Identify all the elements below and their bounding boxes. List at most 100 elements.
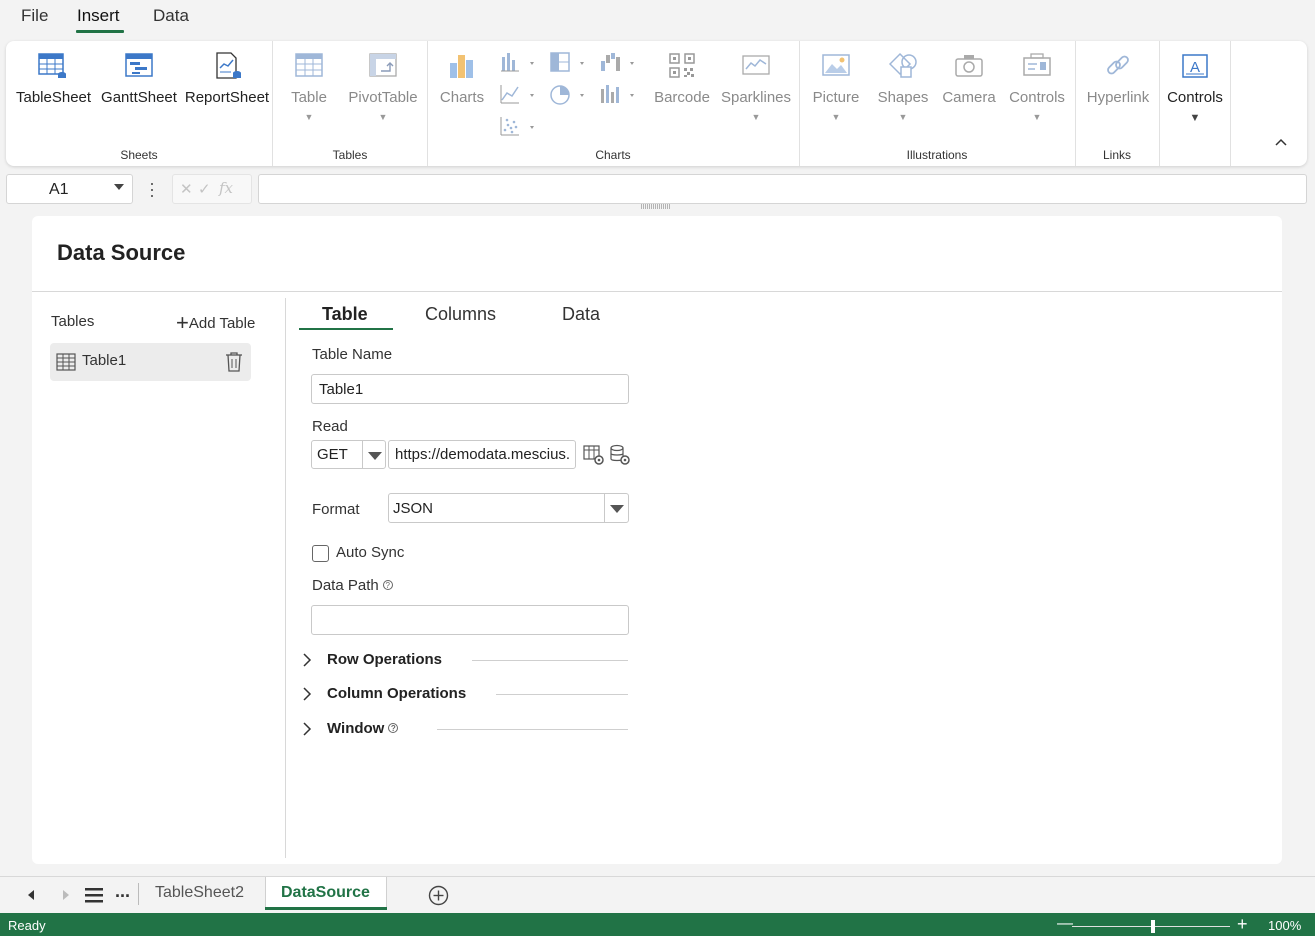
menu-file[interactable]: File: [21, 6, 48, 26]
ribbon-divider: [1159, 41, 1160, 166]
trash-icon[interactable]: [225, 351, 243, 373]
table-label: Table: [291, 89, 327, 106]
more-options-icon[interactable]: · · ·: [149, 174, 155, 204]
ribbon-divider: [1230, 41, 1231, 166]
help-icon[interactable]: ?: [382, 580, 393, 590]
divider: [362, 441, 363, 468]
barcode-button[interactable]: Barcode: [649, 51, 715, 106]
text-box-control-icon: A: [1182, 54, 1208, 78]
menu-data[interactable]: Data: [153, 6, 189, 26]
format-select[interactable]: JSON: [388, 493, 629, 523]
section-title: Window: [327, 720, 385, 737]
more-sheets-icon[interactable]: ...: [115, 881, 130, 902]
picture-button[interactable]: Picture ▼: [810, 51, 862, 122]
shapes-button[interactable]: Shapes ▼: [875, 51, 931, 122]
column-chart-dropdown-icon[interactable]: [499, 51, 539, 75]
picture-dropdown-icon: ▼: [831, 112, 841, 122]
cancel-icon[interactable]: ✕: [180, 180, 193, 198]
group-label-sheets: Sheets: [120, 148, 158, 162]
pie-chart-dropdown-icon[interactable]: [549, 83, 589, 107]
qr-code-icon: [669, 53, 695, 78]
camera-icon: [955, 55, 983, 77]
shapes-label: Shapes: [877, 89, 929, 106]
section-title: Row Operations: [327, 651, 443, 668]
name-box[interactable]: A1: [6, 174, 133, 204]
chevron-right-icon: [303, 653, 312, 667]
read-url-input[interactable]: https://demodata.mescius.: [388, 440, 576, 469]
scatter-chart-dropdown-icon[interactable]: [499, 115, 539, 139]
auto-sync-label: Auto Sync: [336, 544, 405, 561]
grid-table-icon: [56, 353, 76, 371]
scroll-left-icon[interactable]: [26, 889, 36, 901]
hyperlink-button[interactable]: Hyperlink: [1083, 51, 1153, 106]
data-source-panel: Data Source Tables +Add Table Table1 Tab…: [32, 216, 1282, 864]
formula-input[interactable]: [258, 174, 1307, 204]
zoom-level[interactable]: 100%: [1268, 918, 1301, 933]
add-table-label: Add Table: [188, 315, 256, 332]
hyperlink-label: Hyperlink: [1086, 89, 1150, 106]
chevron-up-icon[interactable]: [1273, 136, 1289, 148]
group-label-tables: Tables: [332, 148, 368, 162]
sheet-tab-datasource[interactable]: DataSource: [281, 884, 370, 902]
section-column-operations[interactable]: Column Operations: [302, 682, 628, 706]
status-text: Ready: [8, 918, 46, 933]
tab-data[interactable]: Data: [562, 304, 600, 325]
sparkline-icon: [742, 55, 770, 75]
ganttsheet-button[interactable]: GanttSheet: [100, 51, 178, 106]
tab-columns[interactable]: Columns: [425, 304, 496, 325]
controls-button[interactable]: A Controls ▼: [1164, 51, 1226, 124]
statistic-chart-dropdown-icon[interactable]: [599, 83, 639, 107]
format-value: JSON: [393, 500, 434, 517]
tablesheet-button[interactable]: TableSheet: [16, 51, 91, 106]
zoom-in-button[interactable]: +: [1237, 914, 1248, 935]
auto-sync-checkbox[interactable]: [312, 545, 329, 562]
picture-label: Picture: [812, 89, 860, 106]
menu-insert[interactable]: Insert: [77, 6, 120, 26]
read-url-value: https://demodata.mescius.: [395, 446, 571, 463]
confirm-icon[interactable]: ✓: [198, 180, 211, 198]
function-icon[interactable]: fx: [219, 179, 233, 197]
section-row-operations[interactable]: Row Operations: [302, 648, 628, 672]
table-list-item[interactable]: Table1: [50, 343, 251, 381]
camera-button[interactable]: Camera: [941, 51, 997, 106]
controls-illustration-button[interactable]: Controls ▼: [1006, 51, 1068, 122]
read-method-select[interactable]: GET: [311, 440, 386, 469]
database-settings-icon[interactable]: [609, 444, 631, 466]
help-icon[interactable]: ?: [388, 723, 399, 733]
name-box-value: A1: [49, 181, 69, 198]
table-name-value: Table1: [319, 381, 364, 398]
pivottable-button[interactable]: PivotTable ▼: [346, 51, 420, 122]
section-window[interactable]: Window?: [302, 717, 628, 741]
data-path-input[interactable]: [311, 605, 629, 635]
link-icon: [1107, 55, 1129, 75]
tab-table[interactable]: Table: [322, 304, 368, 325]
sheet-tab-tablesheet2[interactable]: TableSheet2: [155, 884, 244, 902]
pivottable-label: PivotTable: [348, 89, 418, 106]
barcode-label: Barcode: [654, 89, 710, 106]
name-box-dropdown-icon[interactable]: [114, 184, 124, 190]
pivottable-icon: [369, 53, 397, 77]
charts-button[interactable]: Charts: [436, 51, 488, 106]
table-settings-icon[interactable]: [583, 444, 605, 466]
add-table-button[interactable]: +Add Table: [176, 310, 255, 336]
section-title-row: Window?: [327, 720, 399, 737]
resize-handle[interactable]: [641, 204, 671, 209]
zoom-out-button[interactable]: —: [1057, 915, 1073, 933]
sheet-list-icon[interactable]: [84, 887, 104, 903]
hierarchy-chart-dropdown-icon[interactable]: [549, 51, 589, 75]
table-name-input[interactable]: Table1: [311, 374, 629, 404]
format-label: Format: [312, 501, 360, 518]
page-title: Data Source: [57, 240, 186, 265]
table-button[interactable]: Table ▼: [284, 51, 334, 122]
sparklines-button[interactable]: Sparklines ▼: [720, 51, 792, 122]
reportsheet-button[interactable]: ReportSheet: [184, 51, 270, 106]
tablesheet-icon: [38, 53, 66, 78]
scroll-right-icon[interactable]: [61, 889, 71, 901]
group-label-links: Links: [1102, 148, 1131, 162]
zoom-slider-thumb[interactable]: [1151, 920, 1155, 933]
waterfall-chart-dropdown-icon[interactable]: [599, 51, 639, 75]
line-chart-dropdown-icon[interactable]: [499, 83, 539, 107]
sparklines-label: Sparklines: [720, 89, 792, 106]
add-sheet-icon[interactable]: [428, 885, 449, 906]
ribbon: TableSheet GanttSheet ReportSheet Sheets: [6, 41, 1307, 166]
